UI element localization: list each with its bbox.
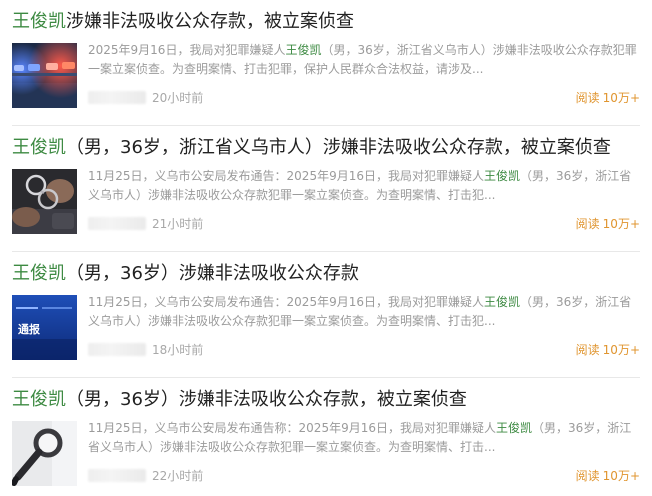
notice-image[interactable]: 通报 [12,295,77,360]
notice-label: 通报 [18,322,41,336]
result-title[interactable]: 王俊凯涉嫌非法吸收公众存款，被立案侦查 [12,10,642,34]
publish-time: 22小时前 [152,469,204,483]
blurred-source [88,469,146,482]
publish-time: 18小时前 [152,343,204,357]
magnifier-image[interactable] [12,421,77,486]
result-meta: 20小时前 阅读 10万+ [88,89,640,107]
read-count: 阅读 10万+ [575,469,640,483]
result-item-2[interactable]: 王俊凯（男，36岁，浙江省义乌市人）涉嫌非法吸收公众存款，被立案侦查 11月25… [0,126,652,252]
result-summary: 2025年9月16日，我局对犯罪嫌疑人王俊凯（男，36岁，浙江省义乌市人）涉嫌非… [88,43,637,76]
result-meta: 21小时前 阅读 10万+ [88,215,640,233]
result-title[interactable]: 王俊凯（男，36岁）涉嫌非法吸收公众存款，被立案侦查 [12,388,642,412]
read-count: 阅读 10万+ [575,217,640,231]
result-item-4[interactable]: 王俊凯（男，36岁）涉嫌非法吸收公众存款，被立案侦查 11月25日，义乌市公安局… [0,378,652,496]
publish-time: 21小时前 [152,217,204,231]
result-item-1[interactable]: 王俊凯涉嫌非法吸收公众存款，被立案侦查 2025年9月16日，我局对犯罪嫌疑人王… [0,0,652,126]
handcuffs-image[interactable] [12,169,77,234]
result-meta: 22小时前 阅读 10万+ [88,467,640,485]
blurred-source [88,91,146,104]
result-summary: 11月25日，义乌市公安局发布通告：2025年9月16日，我局对犯罪嫌疑人王俊凯… [88,169,632,202]
result-item-3[interactable]: 王俊凯（男，36岁）涉嫌非法吸收公众存款 通报 11月25日，义乌市公安局发布通… [0,252,652,378]
result-title[interactable]: 王俊凯（男，36岁）涉嫌非法吸收公众存款 [12,262,642,286]
blurred-source [88,217,146,230]
result-title[interactable]: 王俊凯（男，36岁，浙江省义乌市人）涉嫌非法吸收公众存款，被立案侦查 [12,136,642,160]
result-summary: 11月25日，义乌市公安局发布通告称：2025年9月16日，我局对犯罪嫌疑人王俊… [88,421,632,454]
publish-time: 20小时前 [152,91,204,105]
result-summary: 11月25日，义乌市公安局发布通告：2025年9月16日，我局对犯罪嫌疑人王俊凯… [88,295,632,328]
result-meta: 18小时前 阅读 10万+ [88,341,640,359]
read-count: 阅读 10万+ [575,343,640,357]
read-count: 阅读 10万+ [575,91,640,105]
police-lights-image[interactable] [12,43,77,108]
blurred-source [88,343,146,356]
